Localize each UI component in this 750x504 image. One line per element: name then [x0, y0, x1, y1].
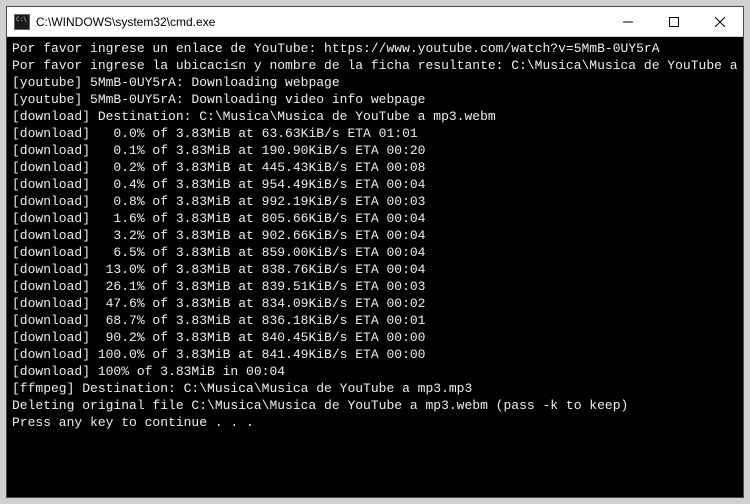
maximize-icon [669, 17, 679, 27]
window-controls [605, 7, 743, 36]
terminal-line: [download] 0.2% of 3.83MiB at 445.43KiB/… [12, 159, 738, 176]
terminal-line: Por favor ingrese la ubicaci≤n y nombre … [12, 57, 738, 74]
close-icon [715, 17, 725, 27]
terminal-line: Por favor ingrese un enlace de YouTube: … [12, 40, 738, 57]
terminal-line: [ffmpeg] Destination: C:\Musica\Musica d… [12, 380, 738, 397]
cmd-icon [14, 14, 30, 30]
terminal-line: [download] 0.8% of 3.83MiB at 992.19KiB/… [12, 193, 738, 210]
terminal-line: [download] 0.4% of 3.83MiB at 954.49KiB/… [12, 176, 738, 193]
cmd-window: C:\WINDOWS\system32\cmd.exe Por favor in… [6, 6, 744, 498]
terminal-line: [download] 13.0% of 3.83MiB at 838.76KiB… [12, 261, 738, 278]
terminal-line: Press any key to continue . . . [12, 414, 738, 431]
titlebar[interactable]: C:\WINDOWS\system32\cmd.exe [7, 7, 743, 37]
terminal-line: [download] 0.1% of 3.83MiB at 190.90KiB/… [12, 142, 738, 159]
terminal-line: [download] Destination: C:\Musica\Musica… [12, 108, 738, 125]
window-title: C:\WINDOWS\system32\cmd.exe [36, 15, 605, 29]
terminal-line: [download] 1.6% of 3.83MiB at 805.66KiB/… [12, 210, 738, 227]
terminal-line: [download] 100.0% of 3.83MiB at 841.49Ki… [12, 346, 738, 363]
terminal-line: [download] 100% of 3.83MiB in 00:04 [12, 363, 738, 380]
terminal-line: Deleting original file C:\Musica\Musica … [12, 397, 738, 414]
terminal-line: [download] 47.6% of 3.83MiB at 834.09KiB… [12, 295, 738, 312]
terminal-line: [download] 90.2% of 3.83MiB at 840.45KiB… [12, 329, 738, 346]
terminal-line: [download] 0.0% of 3.83MiB at 63.63KiB/s… [12, 125, 738, 142]
terminal-line: [download] 26.1% of 3.83MiB at 839.51KiB… [12, 278, 738, 295]
terminal-line: [download] 68.7% of 3.83MiB at 836.18KiB… [12, 312, 738, 329]
terminal-line: [download] 6.5% of 3.83MiB at 859.00KiB/… [12, 244, 738, 261]
minimize-icon [623, 17, 633, 27]
minimize-button[interactable] [605, 7, 651, 36]
terminal-output[interactable]: Por favor ingrese un enlace de YouTube: … [7, 37, 743, 497]
close-button[interactable] [697, 7, 743, 36]
terminal-line: [youtube] 5MmB-0UY5rA: Downloading video… [12, 91, 738, 108]
terminal-line: [download] 3.2% of 3.83MiB at 902.66KiB/… [12, 227, 738, 244]
maximize-button[interactable] [651, 7, 697, 36]
terminal-line: [youtube] 5MmB-0UY5rA: Downloading webpa… [12, 74, 738, 91]
